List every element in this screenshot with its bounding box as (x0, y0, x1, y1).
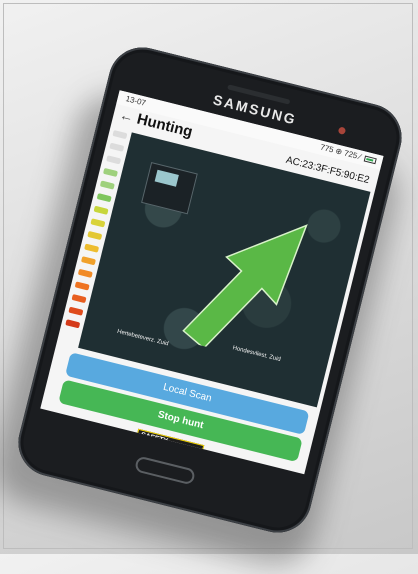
battery-icon (363, 155, 377, 165)
signal-segment (68, 306, 84, 316)
app-screen: 13-07 775 ⊕ 725 ⁄ ← Hunting AC:23:3F:F5:… (40, 90, 384, 475)
home-button[interactable] (133, 455, 197, 486)
signal-segment (106, 155, 122, 165)
signal-segment (99, 180, 115, 190)
signal-segment (87, 230, 103, 241)
status-time: 13-07 (124, 94, 147, 108)
signal-segment (84, 243, 100, 253)
signal-segment (102, 167, 119, 178)
signal-segment (90, 218, 106, 228)
signal-segment (65, 319, 81, 329)
signal-segment (74, 281, 90, 291)
back-arrow-icon[interactable]: ← (118, 106, 135, 125)
logo-line-2: JUGGER (138, 439, 169, 454)
signal-segment (71, 293, 87, 304)
signal-segment (93, 205, 109, 215)
signal-segment (109, 142, 125, 152)
signal-segment (77, 268, 93, 278)
logo-line-1: SAFETY (140, 431, 169, 446)
signal-segment (96, 193, 112, 203)
signal-segment (112, 129, 128, 140)
logo-stripe (172, 443, 199, 465)
direction-arrow-icon (182, 224, 308, 350)
signal-segment (80, 256, 96, 266)
logo-text: SAFETY JUGGER (138, 432, 171, 455)
